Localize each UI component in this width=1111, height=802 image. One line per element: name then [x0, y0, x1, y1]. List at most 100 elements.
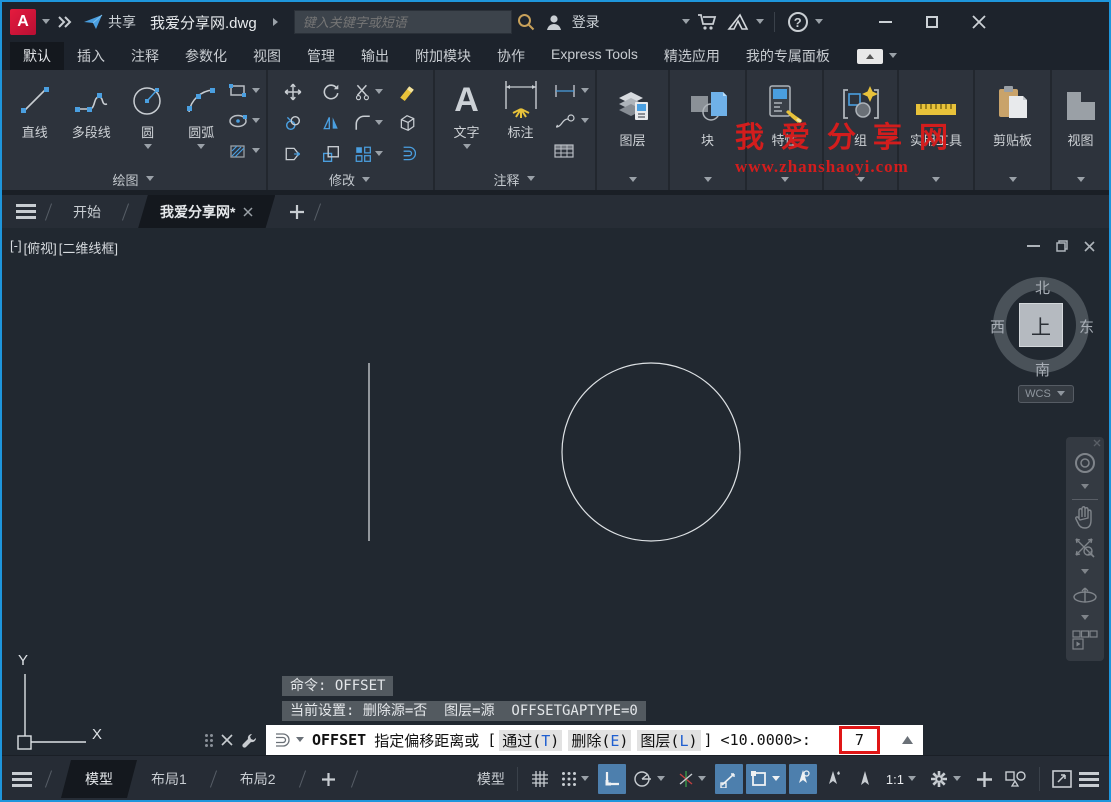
ribbon-minimize-button[interactable]: [857, 49, 883, 64]
arc-caret-icon[interactable]: [197, 144, 205, 153]
object-snap-button[interactable]: [746, 764, 786, 794]
ribbon-tab-output[interactable]: 输出: [348, 42, 402, 70]
clipboard-panel-caret-icon[interactable]: [1009, 177, 1017, 186]
ribbon-tab-insert[interactable]: 插入: [64, 42, 118, 70]
polyline-button[interactable]: 多段线: [62, 74, 121, 168]
ribbon-tab-express-tools[interactable]: Express Tools: [538, 42, 651, 70]
ribbon-tab-collaborate[interactable]: 协作: [484, 42, 538, 70]
linear-dim-button[interactable]: [553, 78, 591, 104]
option-erase[interactable]: 删除(E): [568, 730, 631, 751]
panel-modify-label[interactable]: 修改: [268, 169, 433, 190]
option-through[interactable]: 通过(T): [499, 730, 562, 751]
ribbon-tab-custom-panel[interactable]: 我的专属面板: [733, 42, 843, 70]
layout-tab-layout2[interactable]: 布局2: [226, 760, 290, 798]
rectangle-caret-icon[interactable]: [252, 88, 260, 97]
viewcube-top-face[interactable]: 上: [1019, 303, 1063, 347]
minimize-button[interactable]: [879, 21, 892, 23]
ellipse-caret-icon[interactable]: [252, 118, 260, 127]
command-options-caret-icon[interactable]: [296, 737, 304, 746]
drawing-canvas[interactable]: [-] [俯视] [二维线框] 北 西 东 南 上 WCS: [2, 228, 1109, 755]
arc-button[interactable]: 圆弧: [174, 74, 228, 168]
zoom-icon[interactable]: [1073, 536, 1097, 560]
offset-button[interactable]: [388, 145, 426, 163]
quick-access-expand-icon[interactable]: [57, 16, 73, 28]
share-button[interactable]: 共享: [108, 12, 136, 32]
isodraft-caret-icon[interactable]: [698, 776, 706, 785]
circle-button[interactable]: 圆: [121, 74, 175, 168]
hatch-button[interactable]: [228, 138, 262, 164]
snap-mode-button[interactable]: [557, 764, 595, 794]
search-input[interactable]: [294, 10, 512, 34]
ortho-mode-button[interactable]: [598, 764, 626, 794]
line-button[interactable]: 直线: [8, 74, 62, 168]
showmotion-icon[interactable]: [1072, 630, 1098, 650]
scale-caret-icon[interactable]: [908, 776, 916, 785]
copy-button[interactable]: [274, 114, 312, 132]
close-button[interactable]: [972, 15, 986, 29]
ellipse-button[interactable]: [228, 108, 262, 134]
polar-caret-icon[interactable]: [657, 776, 665, 785]
isodraft-button[interactable]: [674, 764, 712, 794]
wcs-selector[interactable]: WCS: [1018, 385, 1074, 403]
file-tab-current[interactable]: 我爱分享网*: [138, 195, 275, 229]
store-cart-icon[interactable]: [697, 13, 717, 31]
command-input-bar[interactable]: OFFSET 指定偏移距离或 [ 通过(T) 删除(E) 图层(L) ] <10…: [266, 725, 923, 755]
object-snap-tracking-button[interactable]: [715, 764, 743, 794]
scale-button[interactable]: [312, 145, 350, 163]
command-close-icon[interactable]: [221, 734, 233, 746]
panel-annotation-label[interactable]: 注释: [435, 168, 595, 190]
app-menu-caret-icon[interactable]: [42, 19, 50, 28]
mirror-button[interactable]: [312, 114, 350, 132]
help-icon[interactable]: ?: [788, 12, 808, 32]
ribbon-tab-parametric[interactable]: 参数化: [172, 42, 240, 70]
ribbon-tab-annotate[interactable]: 注释: [118, 42, 172, 70]
fillet-caret-icon[interactable]: [375, 120, 383, 129]
layout-menu-icon[interactable]: [12, 772, 32, 787]
annotation-scale-button[interactable]: 1:1: [882, 764, 922, 794]
dimension-button[interactable]: 标注: [492, 74, 549, 168]
erase-button[interactable]: [388, 83, 426, 101]
file-tab-start[interactable]: 开始: [61, 195, 113, 229]
command-drag-handle[interactable]: [205, 734, 213, 747]
panel-block[interactable]: 块: [670, 70, 747, 190]
panel-properties[interactable]: 特性: [747, 70, 824, 190]
layout-tab-model[interactable]: 模型: [61, 760, 137, 798]
steering-wheel-icon[interactable]: [1073, 451, 1097, 475]
block-panel-caret-icon[interactable]: [704, 177, 712, 186]
viewcube-north[interactable]: 北: [1035, 277, 1050, 298]
rotate-button[interactable]: [312, 83, 350, 101]
model-space-toggle[interactable]: 模型: [473, 764, 509, 794]
file-tabs-menu-icon[interactable]: [16, 204, 36, 219]
panel-groups[interactable]: 组: [824, 70, 899, 190]
orbit-caret-icon[interactable]: [1081, 615, 1089, 624]
array-caret-icon[interactable]: [375, 151, 383, 160]
panel-draw-label[interactable]: 绘图: [2, 168, 266, 190]
panel-view[interactable]: 视图: [1052, 70, 1109, 190]
pan-hand-icon[interactable]: [1074, 506, 1096, 530]
viewcube-south[interactable]: 南: [1035, 359, 1050, 380]
snap-caret-icon[interactable]: [581, 776, 589, 785]
autodesk-logo-icon[interactable]: [727, 13, 749, 31]
annotation-visibility-button[interactable]: [789, 764, 817, 794]
move-button[interactable]: [274, 83, 312, 101]
polar-tracking-button[interactable]: [629, 764, 671, 794]
ribbon-minimize-caret-icon[interactable]: [889, 53, 897, 62]
viewcube-east[interactable]: 东: [1079, 316, 1094, 337]
ribbon-tab-addins[interactable]: 附加模块: [402, 42, 484, 70]
object-snap-caret-icon[interactable]: [772, 776, 780, 785]
view-panel-caret-icon[interactable]: [1077, 177, 1085, 186]
table-button[interactable]: [553, 138, 591, 164]
3dbox-button[interactable]: [388, 114, 426, 132]
layers-panel-caret-icon[interactable]: [629, 177, 637, 186]
drawn-circle[interactable]: [562, 363, 740, 541]
navbar-close-icon[interactable]: [1093, 439, 1101, 447]
panel-clipboard[interactable]: 剪贴板: [975, 70, 1052, 190]
utilities-panel-caret-icon[interactable]: [932, 177, 940, 186]
new-drawing-button[interactable]: [289, 204, 305, 220]
isolate-objects-button[interactable]: [1001, 764, 1031, 794]
command-customize-wrench-icon[interactable]: [241, 732, 258, 749]
option-layer[interactable]: 图层(L): [637, 730, 700, 751]
new-layout-button[interactable]: [321, 772, 336, 787]
hatch-caret-icon[interactable]: [252, 148, 260, 157]
zoom-caret-icon[interactable]: [1081, 569, 1089, 578]
